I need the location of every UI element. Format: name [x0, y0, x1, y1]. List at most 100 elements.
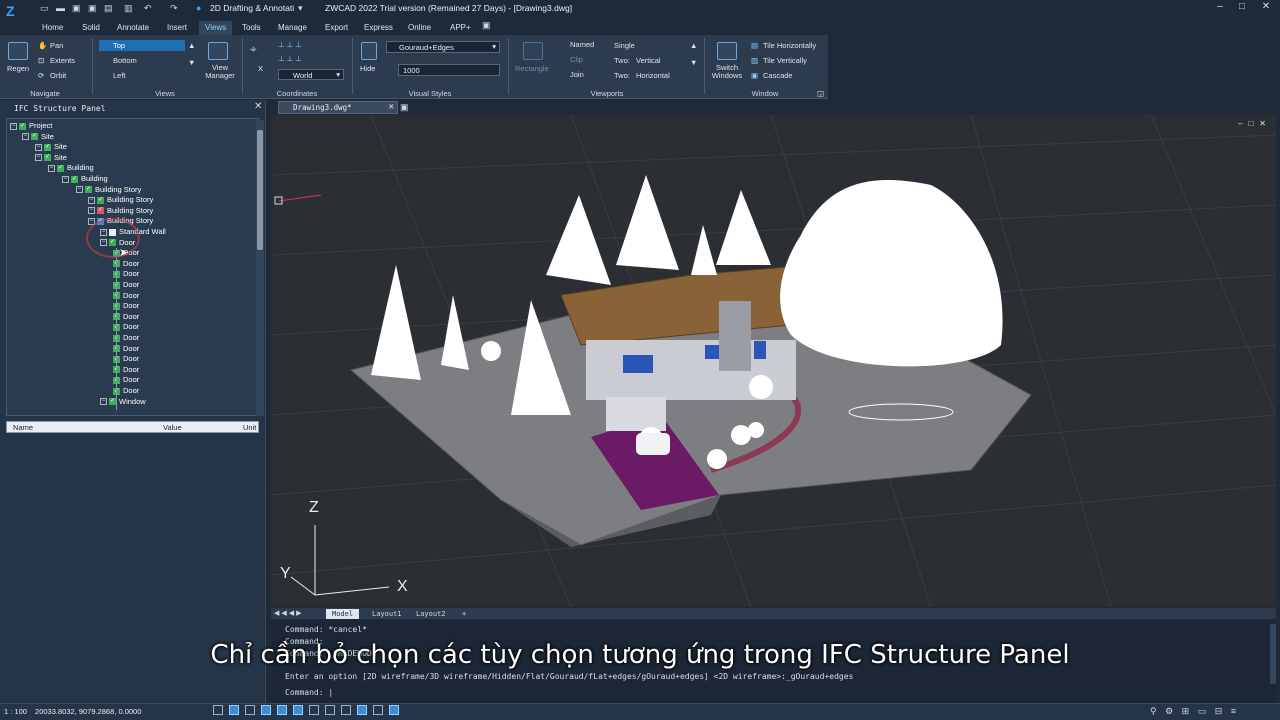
tab-layout2[interactable]: Layout2 [410, 609, 452, 619]
command-input[interactable]: Command: | [285, 688, 333, 697]
object-snap-icon[interactable] [277, 705, 287, 715]
scroll-down-icon[interactable]: ▼ [690, 58, 697, 67]
ucs-tools-icon[interactable]: ⊥ ⊥ ⊥ [278, 40, 302, 49]
view-item-bottom[interactable]: Bottom [113, 56, 137, 65]
expand-toggle-icon[interactable]: − [35, 143, 42, 151]
rectangle-button[interactable]: Rectangle [515, 64, 549, 73]
open-folder-icon[interactable]: ▬ [56, 3, 65, 13]
tree-node[interactable]: − ✓ Window [100, 397, 146, 407]
annotation-scale[interactable]: 1 : 100 [4, 707, 27, 716]
single-viewport-button[interactable]: Single [614, 41, 635, 50]
pan-button[interactable]: Pan [50, 41, 63, 50]
expand-toggle-icon[interactable]: − [88, 196, 95, 204]
undo-icon[interactable]: ↶ [144, 3, 152, 14]
tab-tools[interactable]: Tools [236, 21, 267, 35]
save-as-icon[interactable]: ▣ [88, 3, 97, 14]
tile-vertically-button[interactable]: Tile Vertically [763, 56, 807, 65]
tree-node[interactable]: − ✓ Project [10, 121, 52, 131]
expand-toggle-icon[interactable]: − [35, 154, 42, 162]
visibility-checkbox[interactable]: ✓ [97, 207, 104, 215]
visibility-checkbox[interactable]: ✓ [71, 175, 78, 183]
print-icon[interactable]: ▤ [104, 3, 113, 14]
ucs-tools-icon[interactable]: ⊥ ⊥ ⊥ [278, 54, 302, 63]
rectangle-viewport-icon[interactable] [523, 42, 543, 60]
tab-views[interactable]: Views [199, 21, 233, 35]
redo-icon[interactable]: ↷ [170, 3, 178, 14]
tab-insert[interactable]: Insert [161, 21, 193, 35]
hide-button[interactable]: Hide [360, 64, 375, 73]
transparency-icon[interactable] [373, 705, 383, 715]
expand-toggle-icon[interactable]: − [22, 133, 29, 141]
tab-home[interactable]: Home [36, 21, 69, 35]
tab-add-layout[interactable]: + [456, 609, 472, 619]
orbit-button[interactable]: Orbit [50, 71, 66, 80]
lineweight-icon[interactable] [357, 705, 367, 715]
close-icon[interactable]: ✕ [389, 102, 394, 113]
visibility-checkbox[interactable]: ✓ [19, 122, 26, 130]
3d-object-snap-icon[interactable] [293, 705, 303, 715]
join-button[interactable]: Join [570, 70, 584, 79]
new-document-icon[interactable]: ▣ [400, 102, 409, 113]
scroll-down-icon[interactable]: ▼ [188, 58, 195, 67]
tab-annotate[interactable]: Annotate [111, 21, 155, 35]
visibility-checkbox[interactable]: ✓ [31, 133, 38, 141]
status-tray-icons[interactable]: ⚲ ⚙ ⊞ ▭ ⊟ ≡ [1150, 706, 1239, 717]
tab-online[interactable]: Online [402, 21, 437, 35]
scroll-up-icon[interactable]: ▲ [690, 41, 697, 50]
expand-toggle-icon[interactable]: − [62, 175, 69, 183]
expand-toggle-icon[interactable]: − [76, 186, 83, 194]
visibility-checkbox[interactable]: ✓ [85, 186, 92, 194]
tree-node[interactable]: − ✓ Building Story [88, 206, 153, 216]
expand-toggle-icon[interactable]: − [100, 398, 107, 406]
tree-node[interactable]: − ✓ Site [35, 153, 67, 163]
plot-preview-icon[interactable]: ▥ [124, 3, 133, 14]
dynamic-ucs-icon[interactable] [325, 705, 335, 715]
expand-toggle-icon[interactable]: − [48, 164, 55, 172]
workspace-selector[interactable]: 2D Drafting & Annotati [210, 3, 294, 13]
hide-icon[interactable] [361, 42, 377, 60]
view-item-left[interactable]: Left [113, 71, 126, 80]
tab-model[interactable]: Model [326, 609, 360, 619]
ribbon-toggle-icon[interactable]: ▣ [482, 20, 491, 31]
clip-button[interactable]: Clip [570, 55, 583, 64]
tree-node[interactable]: − ✓ Site [35, 142, 67, 152]
switch-windows-icon[interactable] [717, 42, 737, 60]
switch-windows-button[interactable]: Switch Windows [708, 64, 746, 80]
facet-value-input[interactable]: 1000 [398, 64, 500, 76]
document-tab[interactable]: Drawing3.dwg* ✕ [278, 101, 398, 114]
view-manager-icon[interactable] [208, 42, 228, 60]
tree-node[interactable]: − ✓ Site [22, 132, 54, 142]
regen-icon[interactable] [8, 42, 28, 60]
two-vertical-button[interactable]: Vertical [636, 56, 661, 65]
selection-cycling-icon[interactable] [389, 705, 399, 715]
tab-solid[interactable]: Solid [76, 21, 106, 35]
new-file-icon[interactable]: ▭ [40, 3, 49, 14]
ortho-icon[interactable] [245, 705, 255, 715]
visibility-checkbox[interactable]: ✓ [57, 164, 64, 172]
visibility-checkbox[interactable]: ✓ [44, 143, 51, 151]
two-horizontal-button[interactable]: Horizontal [636, 71, 670, 80]
close-button[interactable]: ✕ [1256, 1, 1276, 15]
tab-app-plus[interactable]: APP+ [444, 21, 477, 35]
layout-nav-arrows[interactable]: ◀◀◀▶ [274, 609, 304, 617]
expand-toggle-icon[interactable]: − [10, 122, 17, 130]
save-icon[interactable]: ▣ [72, 3, 81, 14]
object-snap-tracking-icon[interactable] [309, 705, 319, 715]
extents-button[interactable]: Extents [50, 56, 75, 65]
tree-node[interactable]: − ✓ Building Story [76, 185, 141, 195]
dynamic-input-icon[interactable] [341, 705, 351, 715]
ucs-icon[interactable]: ⌖ [250, 42, 257, 57]
view-manager-button[interactable]: View Manager [203, 64, 237, 80]
tab-export[interactable]: Export [319, 21, 354, 35]
ucs-dropdown[interactable]: World ▾ [278, 69, 344, 80]
visibility-checkbox[interactable]: ✓ [97, 196, 104, 204]
visibility-checkbox[interactable]: ✓ [44, 154, 51, 162]
visibility-checkbox[interactable]: ✓ [109, 398, 116, 406]
tree-node[interactable]: − ✓ Building [62, 174, 108, 184]
tree-node[interactable]: − ✓ Building Story [88, 195, 153, 205]
minimize-button[interactable]: – [1210, 1, 1230, 15]
scroll-up-icon[interactable]: ▲ [188, 41, 195, 50]
tree-node[interactable]: − ✓ Building [48, 163, 94, 173]
grid-display-icon[interactable] [213, 705, 223, 715]
close-icon[interactable]: ✕ [254, 101, 262, 112]
